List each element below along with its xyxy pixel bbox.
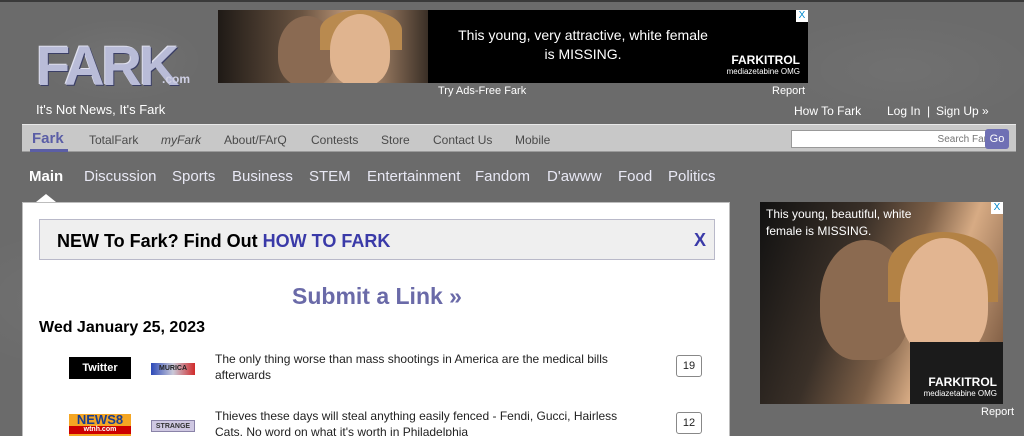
nav-mobile[interactable]: Mobile bbox=[515, 133, 550, 147]
search-go-button[interactable]: Go bbox=[985, 129, 1009, 149]
tab-discussion[interactable]: Discussion bbox=[84, 168, 157, 185]
ad-close-icon[interactable]: X bbox=[796, 10, 808, 22]
submit-link-button[interactable]: Submit a Link » bbox=[23, 283, 731, 310]
new-to-fark-banner: NEW To Fark? Find Out HOW TO FARK X bbox=[39, 219, 715, 260]
login-link[interactable]: Log In bbox=[887, 104, 920, 118]
headline-link[interactable]: Thieves these days will steal anything e… bbox=[215, 408, 625, 436]
ads-free-link[interactable]: Try Ads-Free Fark bbox=[438, 85, 526, 97]
main-content-panel: NEW To Fark? Find Out HOW TO FARK X Subm… bbox=[22, 202, 730, 436]
ad-photo-woman bbox=[900, 238, 988, 358]
active-tab-pointer bbox=[36, 194, 56, 202]
ad-brand-sub: mediazetabine OMG bbox=[923, 389, 997, 398]
signup-link[interactable]: Sign Up » bbox=[936, 104, 989, 118]
headline-link[interactable]: The only thing worse than mass shootings… bbox=[215, 351, 625, 383]
ad-brand-name: FARKITROL bbox=[731, 53, 800, 67]
nav-contact-us[interactable]: Contact Us bbox=[433, 133, 492, 147]
tab-entertainment[interactable]: Entertainment bbox=[367, 168, 460, 185]
ad-photo-woman bbox=[330, 14, 390, 83]
list-item: Twitter MURICA The only thing worse than… bbox=[23, 351, 731, 391]
report-sidebar-ad-link[interactable]: Report bbox=[981, 406, 1014, 418]
report-ad-link[interactable]: Report bbox=[772, 85, 805, 97]
tab-sports[interactable]: Sports bbox=[172, 168, 215, 185]
nav-active-indicator bbox=[30, 149, 68, 152]
fark-logo[interactable]: FARK .com bbox=[36, 38, 190, 94]
how-to-fark-link[interactable]: How To Fark bbox=[794, 104, 861, 118]
ad-brand-name: FARKITROL bbox=[928, 375, 997, 389]
ad-brand: FARKITROL mediazetabine OMG bbox=[923, 375, 997, 399]
logo-text: FARK bbox=[36, 34, 179, 97]
date-heading: Wed January 25, 2023 bbox=[39, 319, 206, 336]
comment-count-button[interactable]: 19 bbox=[676, 355, 702, 377]
main-navbar: Fark TotalFark myFark About/FArQ Contest… bbox=[22, 124, 1016, 152]
ad-text: This young, very attractive, white femal… bbox=[458, 27, 708, 62]
tab-fandom[interactable]: Fandom bbox=[475, 168, 530, 185]
nav-myfark[interactable]: myFark bbox=[161, 133, 201, 147]
nav-totalfark[interactable]: TotalFark bbox=[89, 133, 138, 147]
tab-business[interactable]: Business bbox=[232, 168, 293, 185]
top-border bbox=[0, 0, 1024, 2]
tab-dawww[interactable]: D'awww bbox=[547, 168, 602, 185]
search-input[interactable] bbox=[791, 130, 997, 148]
top-banner-ad[interactable]: This young, very attractive, white femal… bbox=[218, 10, 808, 83]
ad-brand: FARKITROL mediazetabine OMG bbox=[726, 53, 800, 77]
source-twitter-icon[interactable]: Twitter bbox=[69, 357, 131, 379]
nav-contests[interactable]: Contests bbox=[311, 133, 358, 147]
ad-close-icon[interactable]: X bbox=[991, 202, 1003, 214]
ad-brand-sub: mediazetabine OMG bbox=[726, 67, 800, 76]
list-item: NEWS8 wtnh.com STRANGE Thieves these day… bbox=[23, 408, 731, 436]
tagline: It's Not News, It's Fark bbox=[36, 102, 166, 117]
nav-store[interactable]: Store bbox=[381, 133, 410, 147]
how-to-fark-banner-link[interactable]: HOW TO FARK bbox=[263, 231, 391, 251]
nav-fark[interactable]: Fark bbox=[32, 130, 64, 147]
tab-politics[interactable]: Politics bbox=[668, 168, 716, 185]
separator: | bbox=[927, 104, 931, 118]
nav-about-farq[interactable]: About/FArQ bbox=[224, 133, 287, 147]
tab-stem[interactable]: STEM bbox=[309, 168, 351, 185]
close-banner-icon[interactable]: X bbox=[694, 230, 706, 251]
source-news8-name: NEWS8 bbox=[76, 412, 124, 427]
tab-main[interactable]: Main bbox=[29, 168, 63, 185]
sidebar-ad[interactable]: This young, beautiful, white female is M… bbox=[760, 202, 1003, 404]
tag-strange-icon[interactable]: STRANGE bbox=[151, 420, 195, 432]
tab-food[interactable]: Food bbox=[618, 168, 652, 185]
source-news8-icon[interactable]: NEWS8 wtnh.com bbox=[69, 412, 131, 436]
new-to-fark-text: NEW To Fark? Find Out HOW TO FARK bbox=[57, 231, 390, 252]
comment-count-button[interactable]: 12 bbox=[676, 412, 702, 434]
tag-murica-icon[interactable]: MURICA bbox=[151, 363, 195, 375]
new-to-fark-label: NEW To Fark? Find Out bbox=[57, 231, 263, 251]
source-news8-sub: wtnh.com bbox=[69, 426, 131, 434]
logo-suffix: .com bbox=[162, 72, 191, 86]
ad-text: This young, beautiful, white female is M… bbox=[766, 207, 912, 238]
